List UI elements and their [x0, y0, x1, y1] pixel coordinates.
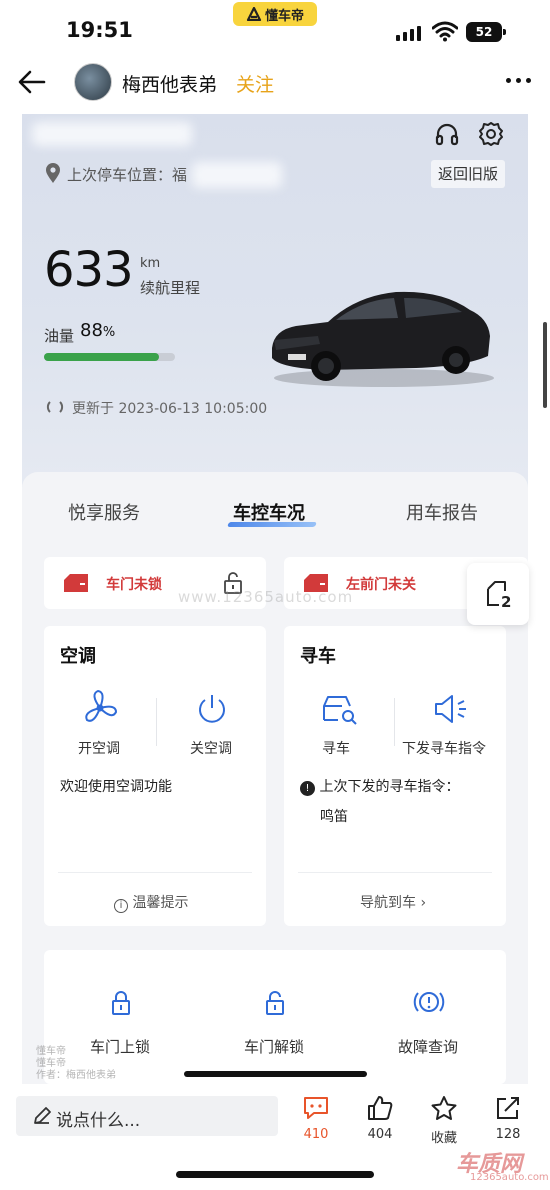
image-count-badge[interactable]: 2 [467, 563, 529, 625]
signal-icon [396, 26, 421, 41]
updated-time: 更新于 2023-06-13 10:05:00 [72, 401, 268, 417]
ac-tips-label: 温馨提示 [132, 895, 189, 911]
post-image[interactable]: 上次停车位置：福 返回旧版 633 km 续航里程 油量 88% 更新于 202… [22, 114, 528, 1084]
range-unit: km [140, 256, 161, 271]
fuel-value: 88% [80, 320, 115, 341]
vehicle-hero: 上次停车位置：福 返回旧版 633 km 续航里程 油量 88% 更新于 202… [22, 114, 528, 494]
last-command-row: ! 上次下发的寻车指令： [300, 776, 459, 796]
location-pin-icon [46, 163, 60, 183]
comment-count-button[interactable]: 410 [286, 1095, 346, 1142]
info-filled-icon: ! [300, 781, 315, 796]
find-car-divider [394, 698, 395, 746]
fuel-number: 88 [80, 320, 103, 341]
screen: 19:51 懂车帝 52 梅西他表弟 关注 上次停车位置：福 返回旧版 633 … [0, 0, 550, 1190]
last-command-value: 鸣笛 [320, 809, 348, 825]
last-command-label: 上次下发的寻车指令： [319, 779, 460, 795]
follow-button[interactable]: 关注 [236, 70, 274, 97]
tab-usage-report[interactable]: 用车报告 [406, 499, 478, 525]
power-icon[interactable] [196, 692, 228, 726]
like-icon [368, 1096, 393, 1120]
comment-placeholder[interactable]: 说点什么... [56, 1106, 140, 1131]
author-name[interactable]: 梅西他表弟 [122, 70, 217, 97]
share-button[interactable]: 128 [478, 1095, 538, 1142]
more-menu-icon[interactable] [506, 78, 531, 83]
headset-icon[interactable] [434, 122, 460, 148]
range-value: 633 [44, 242, 134, 298]
chevron-right-icon: › [420, 895, 427, 911]
fan-icon[interactable] [80, 688, 120, 728]
refresh-icon[interactable] [46, 398, 64, 416]
brand-watermark-url: 12365auto.com [470, 1172, 549, 1183]
fuel-percent-sign: % [102, 325, 116, 340]
last-park-location: 上次停车位置：福 [67, 164, 187, 185]
share-icon [497, 1097, 519, 1119]
ac-title: 空调 [60, 646, 96, 667]
status-time: 19:51 [66, 18, 133, 42]
unlock-icon[interactable] [264, 990, 286, 1016]
screenshot-home-indicator [184, 1071, 367, 1077]
pencil-icon [34, 1107, 51, 1124]
comment-count: 410 [303, 1127, 329, 1142]
range-label: 续航里程 [140, 279, 201, 297]
last-park-partial: 福 [172, 166, 188, 184]
lock-icon[interactable] [110, 990, 132, 1016]
like-button[interactable]: 404 [350, 1095, 410, 1142]
site-watermark: www.12365auto.com [178, 588, 354, 606]
battery-level: 52 [475, 25, 493, 39]
ac-message: 欢迎使用空调功能 [60, 779, 172, 795]
fault-icon[interactable] [412, 988, 446, 1016]
ac-off-label[interactable]: 关空调 [190, 738, 232, 758]
blurred-location [192, 162, 282, 188]
info-icon: i [114, 899, 128, 913]
car-door-icon [64, 574, 88, 592]
share-count: 128 [495, 1127, 521, 1142]
app-badge-label: 懂车帝 [264, 8, 304, 24]
star-icon [431, 1096, 457, 1120]
image-watermark: 懂车帝 懂车帝 作者：梅西他表弟 [36, 1046, 116, 1081]
wifi-icon [432, 21, 458, 42]
door-unlocked-text: 车门未锁 [106, 577, 162, 593]
scrollbar[interactable] [543, 322, 547, 408]
dcd-logo-icon [246, 7, 262, 21]
gear-icon[interactable] [477, 120, 505, 148]
tab-vehicle-control[interactable]: 车控车况 [233, 499, 305, 525]
ac-divider [156, 698, 157, 746]
find-car-panel: 寻车 寻车 下发寻车指令 ! 上次下发的寻车指令： 鸣笛 导航到车 › [284, 626, 506, 926]
speaker-icon[interactable] [432, 692, 470, 726]
battery-icon: 52 [466, 22, 502, 42]
send-find-command-label[interactable]: 下发寻车指令 [402, 738, 486, 758]
find-car-title: 寻车 [300, 646, 336, 667]
fuel-gauge [44, 353, 175, 361]
fuel-gauge-fill [44, 353, 160, 361]
fault-query-label[interactable]: 故障查询 [398, 1036, 458, 1057]
find-car-label[interactable]: 寻车 [322, 738, 350, 758]
tab-enjoy-services[interactable]: 悦享服务 [68, 499, 140, 525]
favorite-button[interactable]: 收藏 [414, 1095, 474, 1146]
app-badge: 懂车帝 [233, 2, 317, 26]
ac-on-label[interactable]: 开空调 [78, 738, 120, 758]
ac-footer-divider [58, 872, 252, 873]
left-front-door-open-text: 左前门未关 [346, 577, 416, 593]
image-count: 2 [501, 593, 512, 611]
blurred-plate [32, 122, 192, 146]
car-image [272, 291, 494, 387]
back-to-old-version-button[interactable]: 返回旧版 [431, 160, 506, 188]
battery-nub [503, 29, 506, 35]
fuel-label: 油量 [44, 327, 75, 345]
favorite-label: 收藏 [430, 1131, 457, 1146]
like-count: 404 [367, 1127, 393, 1142]
back-arrow-icon[interactable] [17, 68, 47, 96]
find-car-footer-divider [298, 872, 492, 873]
comment-icon [304, 1097, 328, 1119]
unlock-doors-label[interactable]: 车门解锁 [244, 1036, 304, 1057]
home-indicator[interactable] [176, 1171, 374, 1178]
ac-tips-link[interactable]: i 温馨提示 [114, 892, 188, 913]
author-avatar[interactable] [74, 63, 112, 101]
navigate-to-car-link[interactable]: 导航到车 › [360, 892, 426, 912]
navigate-to-car-label: 导航到车 [360, 895, 416, 911]
last-park-label: 上次停车位置： [67, 166, 173, 184]
ac-panel: 空调 开空调 关空调 欢迎使用空调功能 i 温馨提示 [44, 626, 266, 926]
find-car-icon[interactable] [318, 692, 358, 726]
